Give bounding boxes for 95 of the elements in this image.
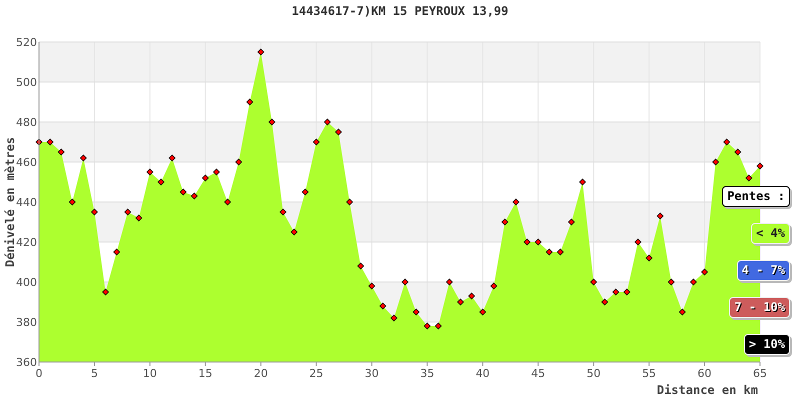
data-marker: [46, 138, 54, 146]
data-marker: [190, 192, 198, 200]
data-marker: [280, 208, 287, 216]
x-tick-label: 25: [309, 367, 324, 380]
x-tick-label: 40: [476, 367, 490, 380]
y-tick-label: 420: [16, 236, 37, 249]
data-marker: [257, 48, 264, 56]
data-marker: [678, 308, 686, 316]
data-marker: [534, 238, 542, 246]
legend-item: 4 - 7%: [736, 260, 790, 281]
y-tick-label: 440: [16, 196, 37, 209]
data-marker: [590, 278, 598, 286]
x-axis-label: Distance en km: [656, 383, 758, 397]
data-marker: [90, 208, 98, 216]
data-marker: [712, 158, 720, 166]
data-marker: [146, 168, 154, 176]
data-marker: [546, 248, 553, 256]
data-marker: [756, 162, 764, 170]
data-marker: [379, 302, 386, 310]
x-tick-label: 45: [531, 367, 546, 380]
x-tick-label: 15: [198, 367, 212, 380]
y-tick-label: 480: [16, 116, 37, 129]
data-marker: [335, 128, 342, 136]
data-marker: [113, 248, 120, 256]
data-marker: [158, 178, 164, 186]
data-marker: [723, 138, 730, 146]
x-tick-label: 10: [142, 367, 157, 380]
data-marker: [202, 174, 209, 182]
data-marker: [224, 198, 232, 206]
data-marker: [235, 158, 242, 166]
data-marker: [568, 218, 575, 226]
data-marker: [124, 208, 132, 216]
data-marker: [479, 308, 486, 316]
data-marker: [302, 188, 309, 196]
data-marker: [390, 314, 398, 322]
data-marker: [701, 268, 708, 276]
y-tick-label: 460: [16, 156, 37, 169]
chart-title: 14434617-7)KM 15 PEYROUX 13,99: [292, 4, 508, 18]
data-marker: [246, 98, 254, 106]
data-marker: [402, 278, 409, 286]
x-tick-label: 35: [420, 367, 434, 380]
legend-item: < 4%: [751, 223, 790, 244]
data-marker: [180, 188, 187, 196]
x-tick-label: 5: [90, 367, 98, 380]
data-marker: [68, 198, 76, 206]
data-marker: [734, 148, 742, 156]
data-marker: [656, 212, 664, 220]
y-tick-label: 500: [16, 76, 37, 89]
data-marker: [368, 282, 376, 290]
data-marker: [634, 238, 642, 246]
data-marker: [745, 174, 752, 182]
data-marker: [212, 168, 220, 176]
legend-item: 7 - 10%: [729, 297, 790, 318]
x-tick-label: 65: [753, 367, 767, 380]
data-marker: [623, 288, 630, 296]
data-marker: [501, 218, 508, 226]
data-marker: [135, 214, 142, 222]
y-axis-label: Dénivelé en mètres: [3, 136, 17, 268]
y-tick-label: 360: [16, 356, 37, 369]
x-tick-label: 50: [586, 367, 601, 380]
data-marker: [468, 292, 476, 300]
y-tick-label: 520: [16, 36, 37, 49]
data-marker: [324, 118, 331, 126]
y-tick-label: 380: [16, 316, 37, 329]
data-marker: [312, 138, 320, 146]
legend-item: > 10%: [744, 334, 790, 355]
data-marker: [58, 148, 65, 156]
data-marker: [102, 288, 110, 296]
data-marker: [168, 154, 176, 162]
x-tick-label: 55: [642, 367, 656, 380]
data-marker: [357, 262, 364, 270]
x-tick-label: 60: [698, 367, 712, 380]
data-marker: [690, 278, 697, 286]
data-marker: [601, 298, 608, 306]
data-marker: [346, 198, 354, 206]
data-marker: [579, 178, 586, 186]
data-marker: [556, 248, 564, 256]
data-marker: [446, 278, 453, 286]
data-marker: [36, 138, 42, 146]
data-marker: [80, 154, 87, 162]
y-tick-label: 400: [16, 276, 37, 289]
data-marker: [290, 228, 298, 236]
data-marker: [490, 282, 498, 290]
data-marker: [612, 288, 620, 296]
legend-title: Pentes :: [722, 186, 790, 207]
x-tick-label: 30: [364, 367, 379, 380]
data-marker: [646, 254, 653, 262]
data-marker: [512, 198, 520, 206]
x-tick-label: 20: [254, 367, 268, 380]
x-tick-label: 0: [36, 367, 42, 380]
data-marker: [268, 118, 276, 126]
data-marker: [524, 238, 531, 246]
data-marker: [457, 298, 464, 306]
data-marker: [412, 308, 420, 316]
data-marker: [668, 278, 675, 286]
